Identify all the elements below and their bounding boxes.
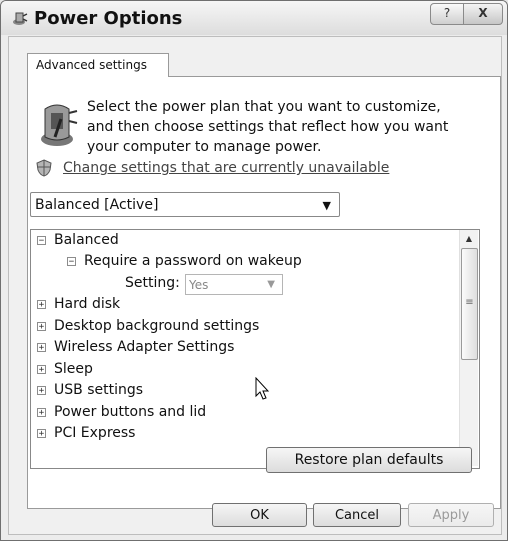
expand-icon[interactable]: + (37, 342, 46, 352)
tree-item-sleep[interactable]: + Sleep (37, 361, 93, 377)
power-options-window: Power Options ? X Advanced settings Sele… (0, 0, 508, 541)
setting-dropdown[interactable]: Yes ▼ (185, 274, 283, 295)
expand-icon[interactable]: + (37, 385, 46, 395)
close-button[interactable]: X (463, 3, 503, 25)
apply-button[interactable]: Apply (408, 503, 494, 527)
cancel-button[interactable]: Cancel (313, 503, 401, 527)
tree-item-label: Hard disk (54, 296, 121, 312)
tab-advanced-settings[interactable]: Advanced settings (27, 53, 169, 77)
setting-value: Yes (189, 278, 209, 292)
tree-item-require-password[interactable]: − Require a password on wakeup (67, 253, 302, 269)
collapse-icon[interactable]: − (37, 235, 46, 245)
tree-item-usb-settings[interactable]: + USB settings (37, 382, 143, 398)
tree-item-label: Sleep (54, 361, 93, 377)
mouse-pointer-icon (255, 377, 270, 400)
help-button[interactable]: ? (430, 3, 464, 25)
settings-tree[interactable]: − Balanced − Require a password on wakeup … (30, 229, 480, 469)
power-plan-value: Balanced [Active] (35, 197, 159, 213)
tree-item-label: Balanced (54, 232, 119, 248)
power-options-icon (13, 12, 28, 25)
tree-item-wireless-adapter[interactable]: + Wireless Adapter Settings (37, 339, 234, 355)
tree-item-pci-express[interactable]: + PCI Express (37, 425, 135, 441)
power-plan-dropdown[interactable]: Balanced [Active] ▼ (30, 192, 340, 217)
expand-icon[interactable]: + (37, 364, 46, 374)
scroll-up-icon[interactable]: ▲ (460, 234, 478, 243)
shield-icon (36, 159, 52, 177)
power-plan-icon (41, 104, 78, 146)
tree-scrollbar[interactable]: ▲ ≡ ▼ (459, 230, 478, 466)
expand-icon[interactable]: + (37, 428, 46, 438)
ok-button[interactable]: OK (212, 503, 307, 527)
collapse-icon[interactable]: − (67, 256, 76, 266)
scroll-thumb[interactable]: ≡ (461, 248, 478, 360)
change-settings-link[interactable]: Change settings that are currently unava… (63, 160, 389, 176)
chevron-down-icon: ▼ (322, 199, 331, 212)
tree-item-hard-disk[interactable]: + Hard disk (37, 296, 120, 312)
grip-icon: ≡ (465, 297, 474, 308)
tree-item-power-buttons[interactable]: + Power buttons and lid (37, 404, 206, 420)
title-bar[interactable]: Power Options ? X (1, 1, 507, 35)
tree-item-label: Desktop background settings (54, 318, 260, 334)
dialog-client-area: Advanced settings Select the power plan … (8, 36, 502, 535)
restore-defaults-button[interactable]: Restore plan defaults (266, 447, 472, 473)
setting-label: Setting: (125, 275, 180, 291)
tree-item-label: USB settings (54, 382, 144, 398)
intro-text: Select the power plan that you want to c… (87, 99, 449, 155)
tree-item-desktop-background[interactable]: + Desktop background settings (37, 318, 259, 334)
expand-icon[interactable]: + (37, 321, 46, 331)
expand-icon[interactable]: + (37, 407, 46, 417)
window-title: Power Options (34, 8, 183, 29)
tree-item-label: Wireless Adapter Settings (54, 339, 235, 355)
tree-item-label: Require a password on wakeup (84, 253, 302, 269)
expand-icon[interactable]: + (37, 299, 46, 309)
chevron-down-icon: ▼ (267, 279, 275, 290)
tree-item-label: Power buttons and lid (54, 404, 207, 420)
tree-item-balanced[interactable]: − Balanced (37, 232, 119, 248)
tree-item-label: PCI Express (54, 425, 136, 441)
